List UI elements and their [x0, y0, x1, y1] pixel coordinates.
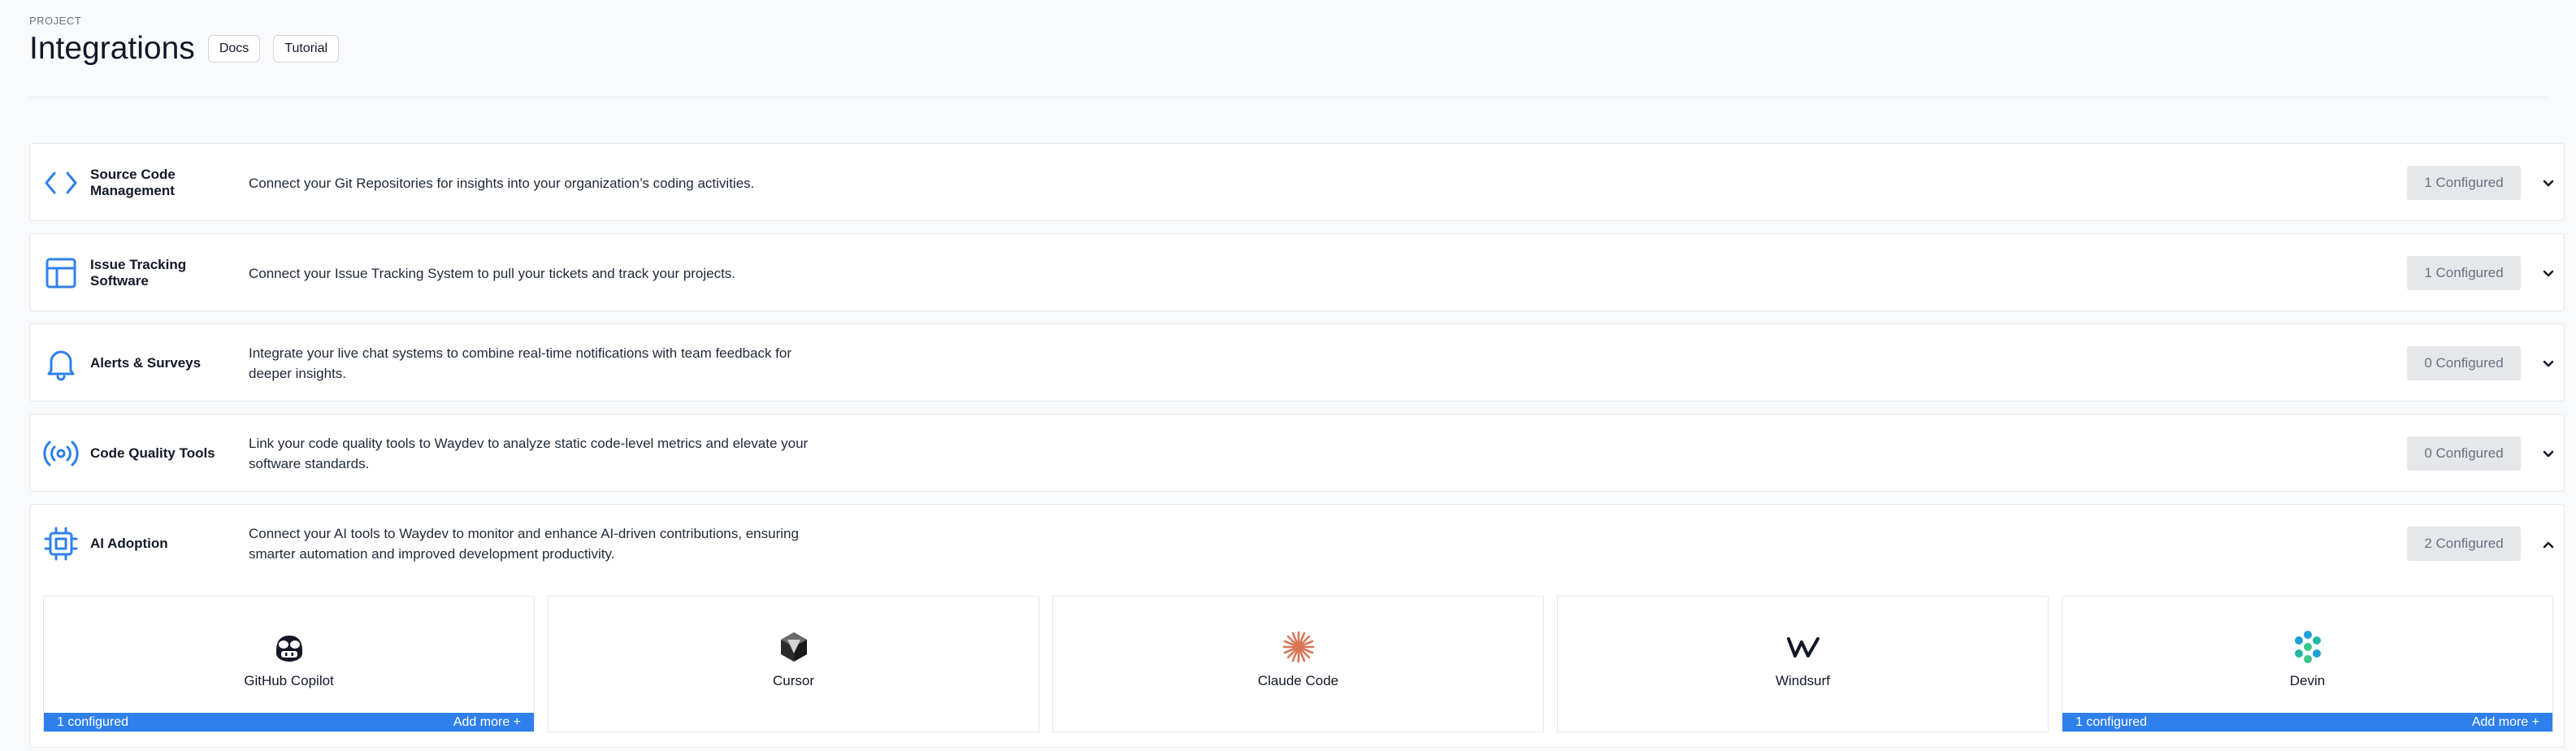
chevron-down-icon[interactable] [2539, 445, 2557, 463]
section-header[interactable]: Source Code Management Connect your Git … [30, 144, 2564, 222]
tutorial-button[interactable]: Tutorial [273, 35, 340, 63]
project-eyebrow: PROJECT [29, 15, 82, 27]
section-description: Connect your Issue Tracking System to pu… [249, 265, 736, 281]
tool-name: Cursor [772, 673, 814, 688]
tool-name: Windsurf [1775, 673, 1831, 688]
configured-badge: 2 Configured [2407, 527, 2521, 561]
title-row: Integrations Docs Tutorial [29, 31, 340, 67]
configured-bar: 1 configured Add more + [2062, 713, 2552, 731]
section-description: Connect your AI tools to Waydev to monit… [249, 526, 799, 562]
section-description: Connect your Git Repositories for insigh… [249, 175, 755, 191]
broadcast-icon [43, 436, 79, 471]
add-more-button[interactable]: Add more + [2472, 715, 2539, 730]
section-source-code: Source Code Management Connect your Git … [29, 143, 2565, 221]
configured-count: 1 configured [2075, 714, 2148, 729]
configured-badge: 0 Configured [2407, 436, 2521, 471]
configured-count: 1 configured [57, 714, 129, 729]
tool-name: Devin [2289, 673, 2326, 688]
windsurf-logo-icon [1785, 629, 1821, 665]
section-title: AI Adoption [90, 536, 168, 551]
section-ai-adoption: AI Adoption Connect your AI tools to Way… [29, 504, 2565, 748]
section-header[interactable]: Alerts & Surveys Integrate your live cha… [30, 324, 2564, 402]
section-header[interactable]: Issue Tracking Software Connect your Iss… [30, 234, 2564, 312]
section-description: Integrate your live chat systems to comb… [249, 345, 792, 381]
header-divider [29, 97, 2547, 98]
section-header[interactable]: Code Quality Tools Link your code qualit… [30, 415, 2564, 493]
configured-badge: 1 Configured [2407, 256, 2521, 290]
section-title: Code Quality Tools [90, 445, 215, 461]
chevron-up-icon[interactable] [2539, 536, 2557, 553]
section-title: Source Code Management [90, 167, 176, 198]
ai-tools-grid: GitHub Copilot 1 configured Add more + C… [43, 596, 2553, 732]
add-more-button[interactable]: Add more + [453, 715, 521, 730]
chevron-down-icon[interactable] [2539, 265, 2557, 283]
section-title: Issue Tracking Software [90, 257, 187, 289]
configured-badge: 1 Configured [2407, 166, 2521, 200]
tool-card-devin[interactable]: Devin 1 configured Add more + [2062, 596, 2553, 732]
configured-bar: 1 configured Add more + [44, 713, 534, 731]
layout-icon [43, 255, 79, 291]
tool-card-github-copilot[interactable]: GitHub Copilot 1 configured Add more + [43, 596, 535, 732]
section-description: Link your code quality tools to Waydev t… [249, 436, 809, 471]
section-code-quality: Code Quality Tools Link your code qualit… [29, 414, 2565, 492]
page-title: Integrations [29, 31, 195, 66]
bell-icon [43, 345, 79, 381]
cursor-logo-icon [776, 629, 812, 665]
tool-name: GitHub Copilot [244, 673, 334, 688]
section-header[interactable]: AI Adoption Connect your AI tools to Way… [30, 505, 2564, 583]
section-alerts-surveys: Alerts & Surveys Integrate your live cha… [29, 323, 2565, 402]
chevron-down-icon[interactable] [2539, 175, 2557, 193]
section-title: Alerts & Surveys [90, 355, 202, 371]
tool-card-claude-code[interactable]: Claude Code [1052, 596, 1544, 732]
tool-card-windsurf[interactable]: Windsurf [1557, 596, 2049, 732]
section-issue-tracking: Issue Tracking Software Connect your Iss… [29, 233, 2565, 311]
docs-button[interactable]: Docs [207, 35, 261, 63]
copilot-logo-icon [271, 629, 307, 665]
tool-name: Claude Code [1257, 673, 1339, 688]
tool-card-cursor[interactable]: Cursor [548, 596, 1039, 732]
code-icon [43, 165, 79, 201]
devin-logo-icon [2290, 629, 2326, 665]
chevron-down-icon[interactable] [2539, 355, 2557, 373]
claude-logo-icon [1281, 629, 1316, 665]
configured-badge: 0 Configured [2407, 346, 2521, 380]
cpu-icon [43, 526, 79, 562]
